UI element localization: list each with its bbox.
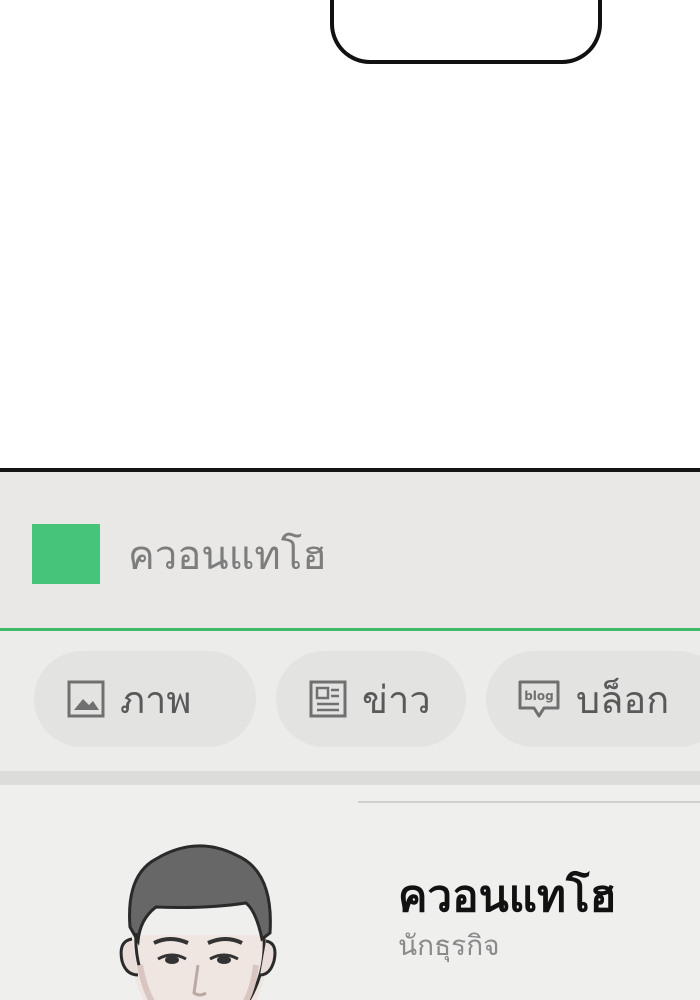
naver-logo-icon [32, 524, 100, 584]
news-icon [309, 680, 347, 718]
search-screen: ควอนแทโฮ ภาพ ข่าว blog บล็อก ควอนแทโฮ นั… [0, 468, 700, 1000]
result-role: นักธุรกิจ [398, 929, 500, 962]
card-divider [358, 801, 700, 803]
search-query[interactable]: ควอนแทโฮ [128, 532, 327, 580]
blog-icon-text: blog [524, 689, 554, 703]
speech-bubble [330, 0, 602, 64]
image-icon [67, 680, 105, 718]
tab-blog[interactable]: blog บล็อก [486, 651, 700, 747]
search-bar[interactable]: ควอนแทโฮ [0, 472, 700, 628]
profile-result-card[interactable]: ควอนแทโฮ นักธุรกิจ [0, 785, 700, 1000]
tab-image[interactable]: ภาพ [34, 651, 256, 747]
tab-news[interactable]: ข่าว [276, 651, 466, 747]
result-name: ควอนแทโฮ [398, 871, 617, 922]
section-divider [0, 771, 700, 785]
tab-blog-label: บล็อก [576, 677, 670, 722]
blog-icon: blog [518, 680, 560, 718]
profile-portrait [119, 844, 277, 1000]
tab-news-label: ข่าว [362, 677, 431, 722]
tab-image-label: ภาพ [120, 677, 192, 722]
search-tabs: ภาพ ข่าว blog บล็อก [0, 631, 700, 771]
